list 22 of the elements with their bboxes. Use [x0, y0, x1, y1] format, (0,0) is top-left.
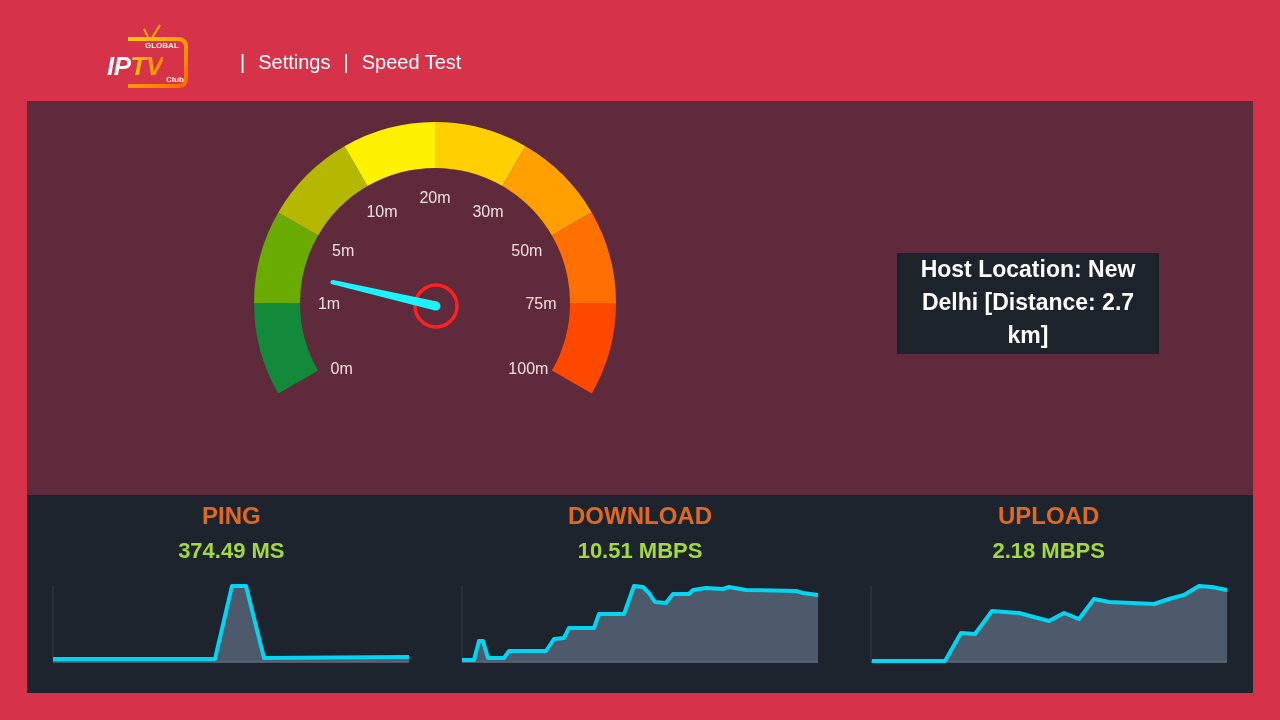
- stat-title: PING: [201, 501, 262, 531]
- gauge-tick-label: 30m: [472, 202, 504, 220]
- host-location-text: Host Location: New Delhi [Distance: 2.7 km]: [897, 253, 1159, 354]
- gauge-tick-label: 5m: [332, 241, 355, 259]
- gauge-tick-label: 100m: [508, 359, 549, 377]
- gauge-tick-label: 50m: [511, 241, 543, 259]
- nav-link[interactable]: Settings: [258, 49, 331, 75]
- gauge-tick-label: 75m: [525, 294, 557, 312]
- stat-value: 374.49 MS: [177, 537, 286, 565]
- stat-value: 10.51 MBPS: [576, 537, 704, 565]
- gauge-tick-label: 1m: [317, 294, 341, 312]
- gauge-tick-label: 0m: [330, 359, 353, 377]
- stat-title: UPLOAD: [997, 501, 1101, 531]
- gauge-tick-label: 20m: [419, 188, 451, 206]
- nav-link[interactable]: Speed Test: [361, 49, 462, 75]
- logo-small-text: Club: [166, 76, 184, 84]
- stat-value: 2.18 MBPS: [991, 537, 1106, 565]
- logo-small-text: GLOBAL: [145, 42, 179, 50]
- nav-separator: |: [343, 50, 349, 75]
- gauge-tick-label: 10m: [366, 202, 398, 220]
- nav-separator: |: [240, 50, 246, 75]
- stat-title: DOWNLOAD: [567, 501, 713, 531]
